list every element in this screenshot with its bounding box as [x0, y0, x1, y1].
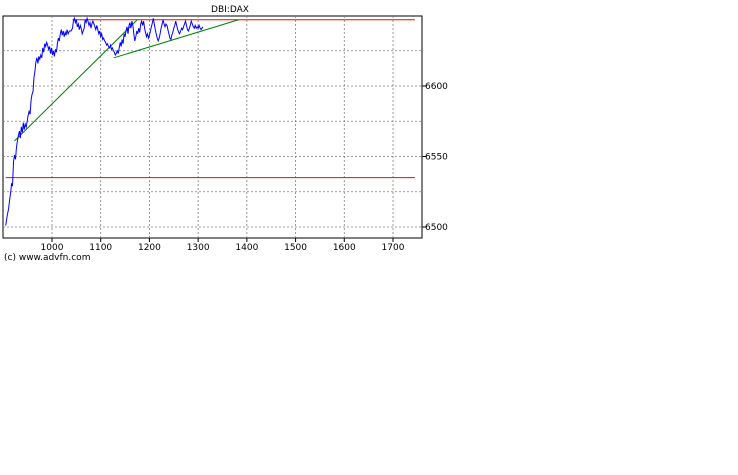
x-tick-label: 1300 [187, 243, 210, 253]
x-tick-label: 1700 [382, 243, 405, 253]
x-tick-label: 1000 [41, 243, 64, 253]
x-axis: 1000 1100 1200 1300 1400 1500 1600 1700 [41, 238, 405, 253]
copyright-text: (c) www.advfn.com [4, 253, 91, 263]
x-tick-label: 1600 [333, 243, 356, 253]
x-tick-label: 1200 [138, 243, 161, 253]
plot-frame [2, 15, 423, 239]
chart-root: DBI:DAX 1000 1100 1200 1300 1400 1500 1600 1700… [2, 5, 448, 253]
x-tick-label: 1500 [284, 243, 307, 253]
x-tick-label: 1100 [89, 243, 112, 253]
y-tick-label: 6550 [425, 153, 448, 163]
y-axis: 6500 6550 6600 [422, 82, 448, 233]
y-tick-label: 6600 [425, 82, 448, 92]
chart-title: DBI:DAX [211, 5, 249, 15]
y-tick-label: 6500 [425, 223, 448, 233]
x-tick-label: 1400 [235, 243, 258, 253]
